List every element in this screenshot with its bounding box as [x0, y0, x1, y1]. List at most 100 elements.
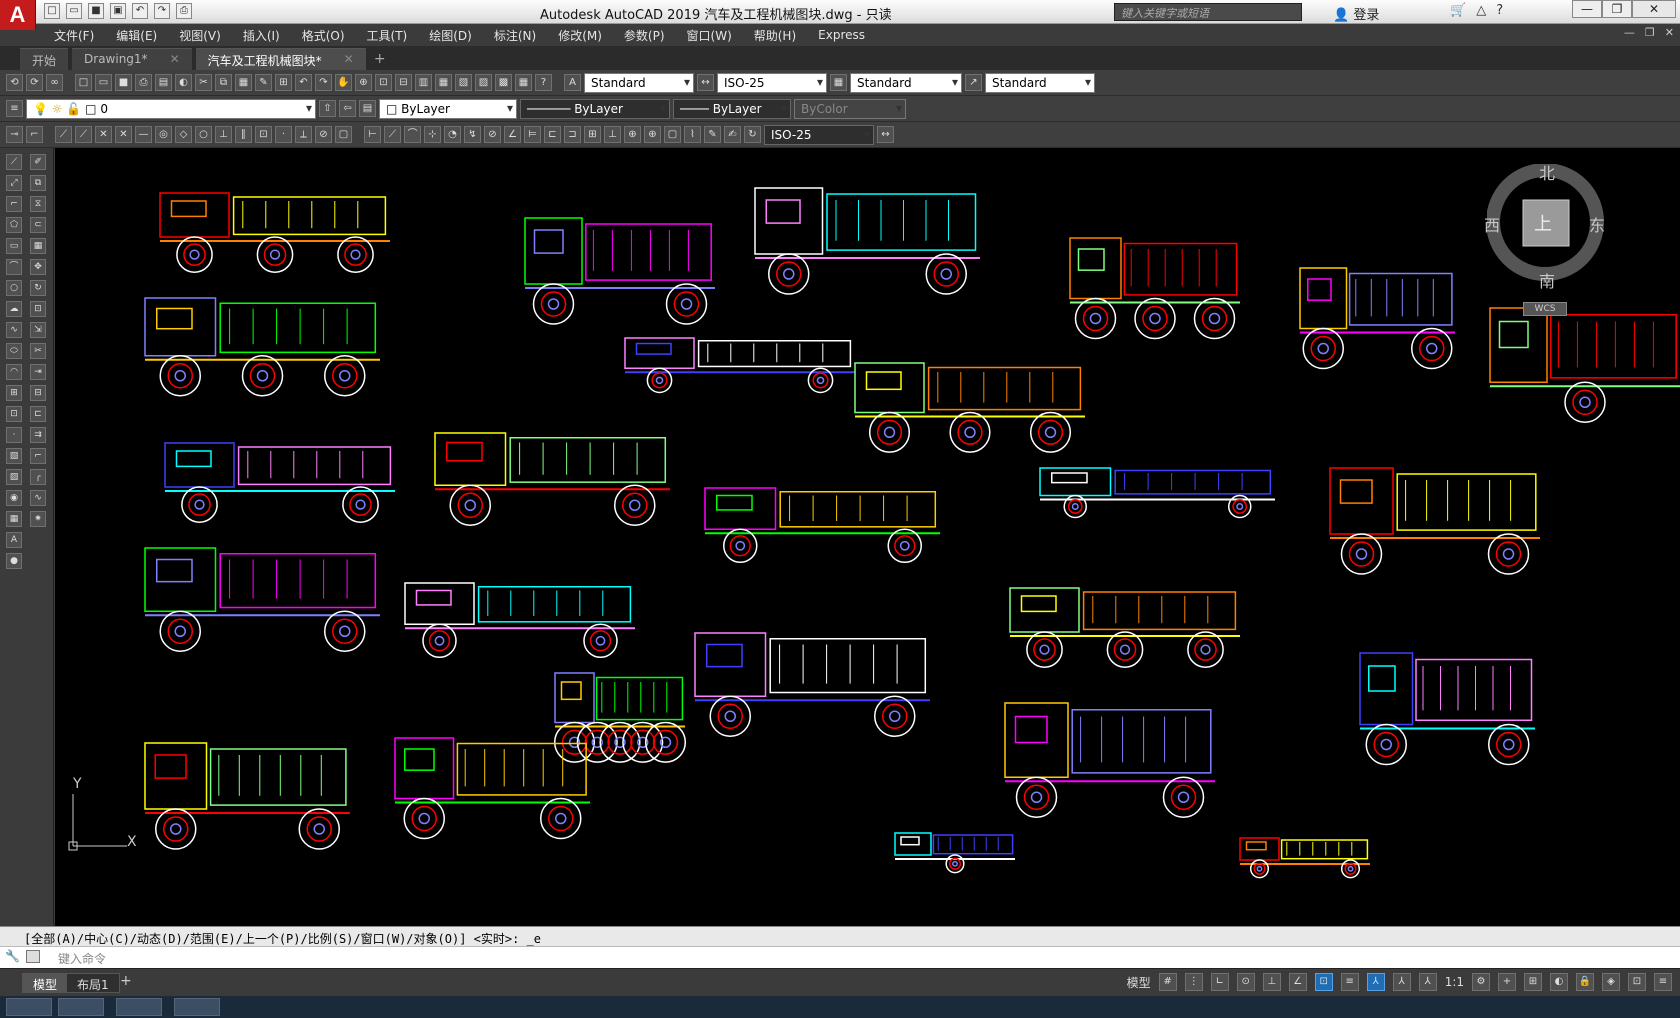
infer-constraints-icon[interactable]: ∟ [1210, 973, 1229, 991]
menu-window[interactable]: 窗口(W) [687, 27, 732, 44]
ellipse-icon[interactable]: ⬭ [6, 343, 22, 359]
taskbar-item-autocad[interactable] [174, 998, 220, 1016]
save-as-icon[interactable]: ▣ [110, 3, 126, 19]
help-icon[interactable]: ? [1496, 3, 1503, 18]
annotation-scale-icon[interactable]: ⅄ [1418, 973, 1437, 991]
snap-midpoint-icon[interactable]: ⟋ [75, 126, 92, 143]
grid-icon[interactable]: # [1158, 973, 1177, 991]
close-icon[interactable]: ✕ [344, 52, 354, 67]
menu-dimension[interactable]: 标注(N) [494, 27, 536, 44]
chamfer-icon[interactable]: ⌐ [30, 448, 46, 464]
ortho-icon[interactable]: ⊥ [1262, 973, 1281, 991]
object-snap-icon[interactable]: ⊡ [1314, 973, 1333, 991]
erase-icon[interactable]: ✐ [30, 154, 46, 170]
free-orbit-icon[interactable]: ⟳ [26, 74, 43, 91]
snap-parallel-icon[interactable]: ∥ [235, 126, 252, 143]
sheet-set-icon[interactable]: ▨ [475, 74, 492, 91]
dim-baseline-icon[interactable]: ⊏ [544, 126, 561, 143]
dim-text-edit-icon[interactable]: ✍ [724, 126, 741, 143]
annotation-visibility-icon[interactable]: ⅄ [1366, 973, 1385, 991]
save-icon[interactable]: ■ [88, 3, 104, 19]
menu-help[interactable]: 帮助(H) [754, 27, 796, 44]
make-block-icon[interactable]: ⊡ [6, 406, 22, 422]
dim-style-select-2[interactable]: ISO-25 [764, 124, 874, 145]
snap-quadrant-icon[interactable]: ◇ [175, 126, 192, 143]
publish-icon[interactable]: ◐ [175, 74, 192, 91]
calculator-icon[interactable]: ▦ [515, 74, 532, 91]
properties-icon[interactable]: ▥ [415, 74, 432, 91]
line-icon[interactable]: ⟋ [6, 154, 22, 170]
markup-icon[interactable]: ▩ [495, 74, 512, 91]
menu-insert[interactable]: 插入(I) [243, 27, 280, 44]
open-icon[interactable]: ▭ [95, 74, 112, 91]
copy-icon[interactable]: ⧉ [215, 74, 232, 91]
menu-express[interactable]: Express [818, 28, 865, 42]
break-icon[interactable]: ⊏ [30, 406, 46, 422]
point-icon[interactable]: · [6, 427, 22, 443]
join-icon[interactable]: ⇉ [30, 427, 46, 443]
linetype-select[interactable]: ────── ByLayer [520, 98, 670, 119]
layer-state-icon[interactable]: ▤ [359, 100, 376, 117]
pan-icon[interactable]: ✋ [335, 74, 352, 91]
open-file-icon[interactable]: ▭ [66, 3, 82, 19]
a360-icon[interactable]: △ [1476, 3, 1486, 18]
explode-icon[interactable]: ✷ [30, 511, 46, 527]
snap-node-icon[interactable]: · [275, 126, 292, 143]
customization-menu-icon[interactable]: ≡ [1654, 973, 1672, 991]
inspect-icon[interactable]: ▢ [664, 126, 681, 143]
text-style-icon[interactable]: A [564, 74, 581, 91]
viewcube-east[interactable]: 东 [1589, 212, 1605, 236]
add-selected-icon[interactable]: ● [6, 553, 22, 569]
wrench-icon[interactable]: 🔧 [5, 949, 20, 963]
block-editor-icon[interactable]: ⊞ [275, 74, 292, 91]
doc-restore-icon[interactable]: ❐ [1645, 26, 1655, 39]
dim-update-icon[interactable]: ↻ [744, 126, 761, 143]
command-input[interactable]: 键入命令 [0, 946, 1680, 968]
zoom-previous-icon[interactable]: ⊟ [395, 74, 412, 91]
close-icon[interactable]: ✕ [170, 52, 180, 67]
mirror-icon[interactable]: ⧖ [30, 196, 46, 212]
osnap-settings-icon[interactable]: ▢ [335, 126, 352, 143]
help-icon[interactable]: ? [535, 74, 552, 91]
plot-icon[interactable]: ⎙ [135, 74, 152, 91]
application-menu-button[interactable]: A [0, 0, 36, 30]
dim-style-icon[interactable]: ↔ [697, 74, 714, 91]
table-style-select[interactable]: Standard [850, 72, 962, 93]
dim-ordinate-icon[interactable]: ⊹ [424, 126, 441, 143]
zoom-realtime-icon[interactable]: ⊕ [355, 74, 372, 91]
plot-icon[interactable]: ⎙ [176, 3, 192, 19]
new-tab-button[interactable]: + [370, 50, 390, 70]
temp-track-icon[interactable]: ⊸ [6, 126, 23, 143]
command-prompt-icon[interactable] [26, 950, 40, 963]
lineweight-select[interactable]: ──── ByLayer [673, 98, 791, 119]
snap-none-icon[interactable]: ⊘ [315, 126, 332, 143]
design-center-icon[interactable]: ▦ [435, 74, 452, 91]
offset-icon[interactable]: ⊂ [30, 217, 46, 233]
help-search-input[interactable]: 键入关键字或短语 [1114, 3, 1302, 21]
doc-close-icon[interactable]: ✕ [1665, 26, 1674, 39]
cut-icon[interactable]: ✂ [195, 74, 212, 91]
dim-arc-icon[interactable]: ⌒ [404, 126, 421, 143]
menu-edit[interactable]: 编辑(E) [116, 27, 157, 44]
break-at-point-icon[interactable]: ⊟ [30, 385, 46, 401]
tolerance-icon[interactable]: ⊕ [624, 126, 641, 143]
redo-icon[interactable]: ↷ [315, 74, 332, 91]
taskbar-start-button[interactable] [6, 998, 52, 1016]
gradient-icon[interactable]: ▨ [6, 469, 22, 485]
insert-block-icon[interactable]: ⊞ [6, 385, 22, 401]
viewcube-north[interactable]: 北 [1539, 160, 1555, 184]
menu-view[interactable]: 视图(V) [179, 27, 221, 44]
circle-icon[interactable]: ○ [6, 280, 22, 296]
dim-linear-icon[interactable]: ⊢ [364, 126, 381, 143]
tool-palettes-icon[interactable]: ▧ [455, 74, 472, 91]
new-file-icon[interactable]: □ [44, 3, 60, 19]
tab-drawing1[interactable]: Drawing1* ✕ [72, 48, 192, 70]
menu-format[interactable]: 格式(O) [302, 27, 345, 44]
taskbar-item[interactable] [58, 998, 104, 1016]
zoom-window-icon[interactable]: ⊡ [375, 74, 392, 91]
make-current-icon[interactable]: ⇧ [319, 100, 336, 117]
undo-icon[interactable]: ↶ [295, 74, 312, 91]
copy-object-icon[interactable]: ⧉ [30, 175, 46, 191]
dim-radius-icon[interactable]: ◔ [444, 126, 461, 143]
lock-ui-icon[interactable]: 🔒 [1576, 973, 1594, 991]
